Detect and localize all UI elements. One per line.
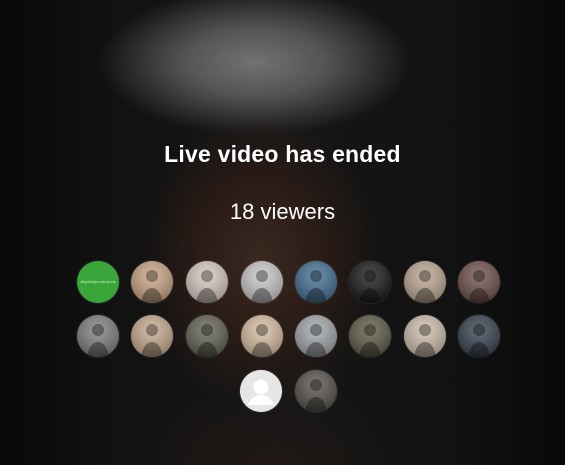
profile-photo — [295, 315, 337, 357]
profile-photo — [186, 315, 228, 357]
live-ended-screen: Live video has ended 18 viewers #lightsi… — [0, 0, 565, 465]
profile-photo — [295, 370, 337, 412]
viewer-avatar[interactable] — [349, 261, 391, 303]
profile-photo — [404, 315, 446, 357]
viewer-avatar[interactable] — [241, 261, 283, 303]
profile-photo — [131, 315, 173, 357]
viewer-avatar[interactable] — [186, 261, 228, 303]
profile-photo — [295, 261, 337, 303]
viewer-avatar[interactable] — [458, 261, 500, 303]
viewer-avatar[interactable]: #lightsidproductions — [77, 261, 119, 303]
viewer-avatar[interactable] — [404, 315, 446, 357]
viewer-avatar[interactable] — [295, 315, 337, 357]
default-user-icon — [240, 370, 282, 412]
viewer-avatar-list: #lightsidproductions — [0, 0, 565, 465]
profile-photo — [186, 261, 228, 303]
profile-photo — [349, 261, 391, 303]
viewer-avatar[interactable] — [295, 370, 337, 412]
viewer-avatar[interactable] — [131, 261, 173, 303]
profile-photo — [404, 261, 446, 303]
profile-photo — [458, 315, 500, 357]
avatar-brand-label: #lightsidproductions — [80, 279, 116, 284]
profile-photo — [241, 261, 283, 303]
viewer-avatar[interactable] — [240, 370, 282, 412]
viewer-avatar[interactable] — [77, 315, 119, 357]
viewer-avatar[interactable] — [404, 261, 446, 303]
viewer-avatar[interactable] — [458, 315, 500, 357]
viewer-avatar[interactable] — [241, 315, 283, 357]
profile-photo — [131, 261, 173, 303]
viewer-avatar[interactable] — [131, 315, 173, 357]
viewer-avatar[interactable] — [295, 261, 337, 303]
viewer-avatar[interactable] — [349, 315, 391, 357]
viewer-avatar[interactable] — [186, 315, 228, 357]
profile-photo — [241, 315, 283, 357]
profile-photo — [349, 315, 391, 357]
profile-photo — [77, 315, 119, 357]
profile-photo — [458, 261, 500, 303]
